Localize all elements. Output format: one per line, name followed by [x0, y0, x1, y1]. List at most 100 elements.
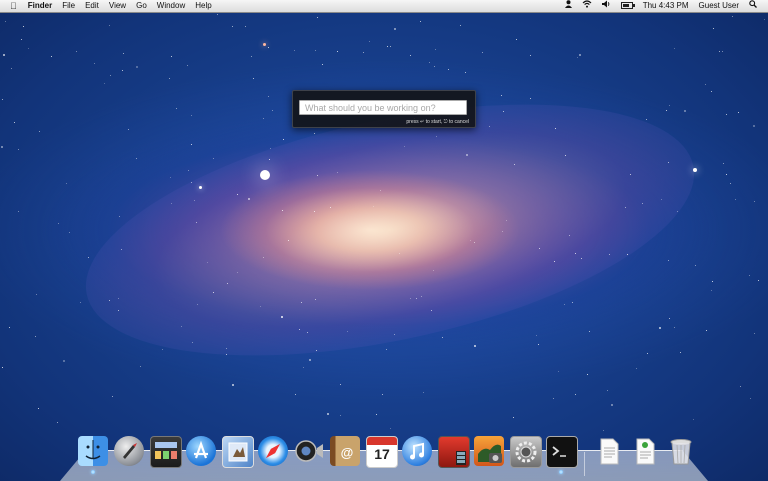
star — [76, 51, 77, 52]
star — [674, 48, 675, 49]
dock-item-itunes[interactable] — [400, 434, 434, 468]
star — [575, 394, 576, 395]
star — [579, 54, 581, 56]
star — [207, 262, 208, 263]
star — [630, 174, 631, 175]
star — [448, 69, 449, 70]
star — [764, 19, 765, 20]
star — [558, 371, 559, 372]
dock-item-trash[interactable] — [664, 434, 698, 468]
star — [423, 392, 424, 393]
itunes-icon — [402, 436, 432, 466]
star — [39, 131, 40, 132]
star — [63, 360, 65, 362]
star — [263, 118, 264, 119]
star — [36, 294, 37, 295]
battery-icon[interactable] — [616, 0, 638, 12]
svg-text:@: @ — [341, 445, 354, 460]
star — [394, 334, 395, 335]
dock-item-preview[interactable] — [220, 434, 254, 468]
star — [162, 349, 163, 350]
star — [337, 172, 338, 173]
star — [669, 318, 670, 319]
star — [429, 62, 430, 63]
dock-item-documents-stack[interactable] — [592, 434, 626, 468]
dock-item-facetime[interactable] — [292, 434, 326, 468]
star — [2, 99, 3, 100]
star — [722, 51, 723, 52]
star — [661, 199, 662, 200]
bright-star — [693, 168, 697, 172]
focus-task-input[interactable] — [299, 100, 467, 115]
dock-item-safari[interactable] — [256, 434, 290, 468]
star — [122, 70, 123, 71]
star — [80, 302, 81, 303]
facetime-icon — [294, 436, 324, 466]
star — [603, 430, 604, 431]
menu-edit[interactable]: Edit — [80, 0, 104, 12]
star — [213, 158, 214, 159]
star — [572, 302, 573, 303]
star — [705, 84, 706, 85]
dock-item-mission-control[interactable] — [148, 434, 182, 468]
star — [569, 235, 570, 236]
clock[interactable]: Thu 4:43 PM — [638, 0, 694, 12]
user-icon[interactable] — [560, 0, 577, 12]
dock-item-launchpad[interactable] — [112, 434, 146, 468]
star — [564, 304, 565, 305]
star — [482, 52, 483, 53]
menu-help[interactable]: Help — [190, 0, 216, 12]
dock-item-app-store[interactable] — [184, 434, 218, 468]
star — [3, 54, 5, 56]
volume-icon[interactable] — [597, 0, 616, 12]
menu-view[interactable]: View — [104, 0, 131, 12]
star — [299, 329, 300, 330]
menu-file[interactable]: File — [57, 0, 80, 12]
star — [410, 298, 411, 299]
star — [530, 98, 531, 99]
star — [390, 46, 391, 47]
star — [589, 331, 590, 332]
star — [315, 299, 316, 300]
star — [723, 163, 724, 164]
star — [197, 304, 198, 305]
dock-item-ical[interactable]: 17 — [364, 434, 398, 468]
menu-app-name[interactable]: Finder — [23, 0, 57, 12]
dock-item-system-preferences[interactable] — [508, 434, 542, 468]
star — [713, 28, 714, 29]
user-name[interactable]: Guest User — [694, 0, 744, 12]
apple-icon[interactable]:  — [0, 0, 23, 12]
dock-item-address-book[interactable]: @ — [328, 434, 362, 468]
star — [192, 342, 193, 343]
star — [554, 261, 555, 262]
dock-item-photo-booth[interactable] — [436, 434, 470, 468]
dock-item-iphoto[interactable] — [472, 434, 506, 468]
star — [693, 419, 694, 420]
star — [754, 201, 755, 202]
star — [536, 335, 537, 336]
menu-go[interactable]: Go — [131, 0, 152, 12]
star — [248, 198, 250, 200]
star — [387, 46, 388, 47]
menu-window[interactable]: Window — [152, 0, 190, 12]
mission-control-icon — [150, 436, 182, 468]
star — [18, 149, 19, 150]
star — [711, 91, 712, 92]
spotlight-search-icon[interactable] — [744, 0, 762, 12]
star — [123, 53, 124, 54]
wifi-icon[interactable] — [577, 0, 597, 12]
running-indicator — [91, 470, 95, 474]
star — [735, 199, 736, 200]
dock-separator — [584, 452, 585, 476]
star — [315, 50, 316, 51]
star — [38, 408, 39, 409]
dock-item-downloads-stack[interactable] — [628, 434, 662, 468]
star — [390, 428, 391, 429]
star — [434, 66, 435, 67]
dock-item-finder[interactable] — [76, 434, 110, 474]
star — [373, 206, 374, 207]
dock-item-terminal[interactable] — [544, 434, 578, 474]
star — [281, 316, 283, 318]
star — [706, 330, 707, 331]
star — [740, 386, 741, 387]
